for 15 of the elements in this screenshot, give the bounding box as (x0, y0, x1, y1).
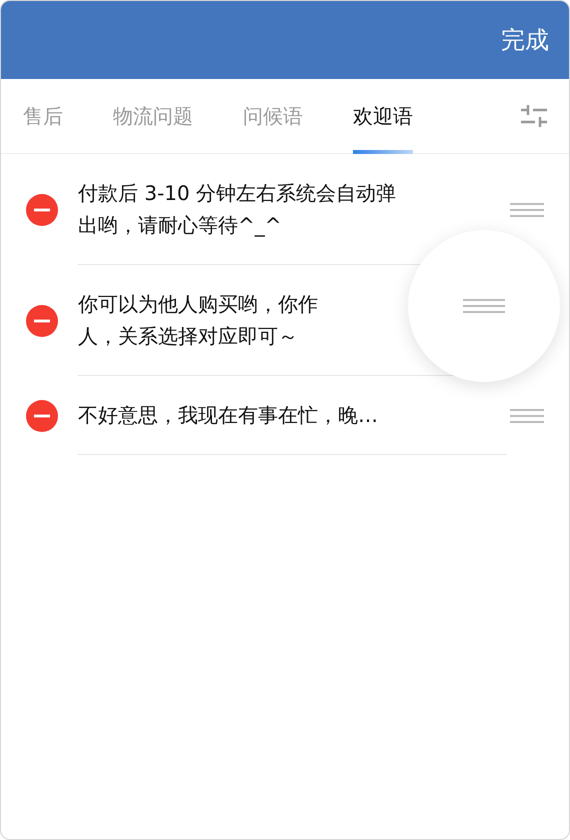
tab[interactable]: 欢迎语 (353, 78, 413, 154)
tab[interactable]: 物流问题 (113, 78, 193, 154)
delete-icon[interactable] (26, 304, 58, 336)
filter-icon[interactable] (521, 103, 547, 129)
delete-icon[interactable] (26, 194, 58, 226)
drag-handle-icon[interactable] (510, 202, 544, 218)
done-button[interactable]: 完成 (501, 22, 549, 58)
drag-handle-icon[interactable] (510, 408, 544, 424)
tab[interactable]: 售后 (23, 78, 63, 154)
tab[interactable]: 问候语 (243, 78, 303, 154)
delete-icon[interactable] (26, 400, 58, 432)
drag-handle-icon[interactable] (463, 298, 505, 314)
reply-text: 付款后 3-10 分钟左右系统会自动弹出哟，请耐心等待^_^ (78, 180, 398, 239)
reply-text: 不好意思，我现在有事在忙，晚… (78, 402, 378, 429)
reply-text: 你可以为他人购买哟，你作人，关系选择对应即可～ (78, 291, 319, 350)
